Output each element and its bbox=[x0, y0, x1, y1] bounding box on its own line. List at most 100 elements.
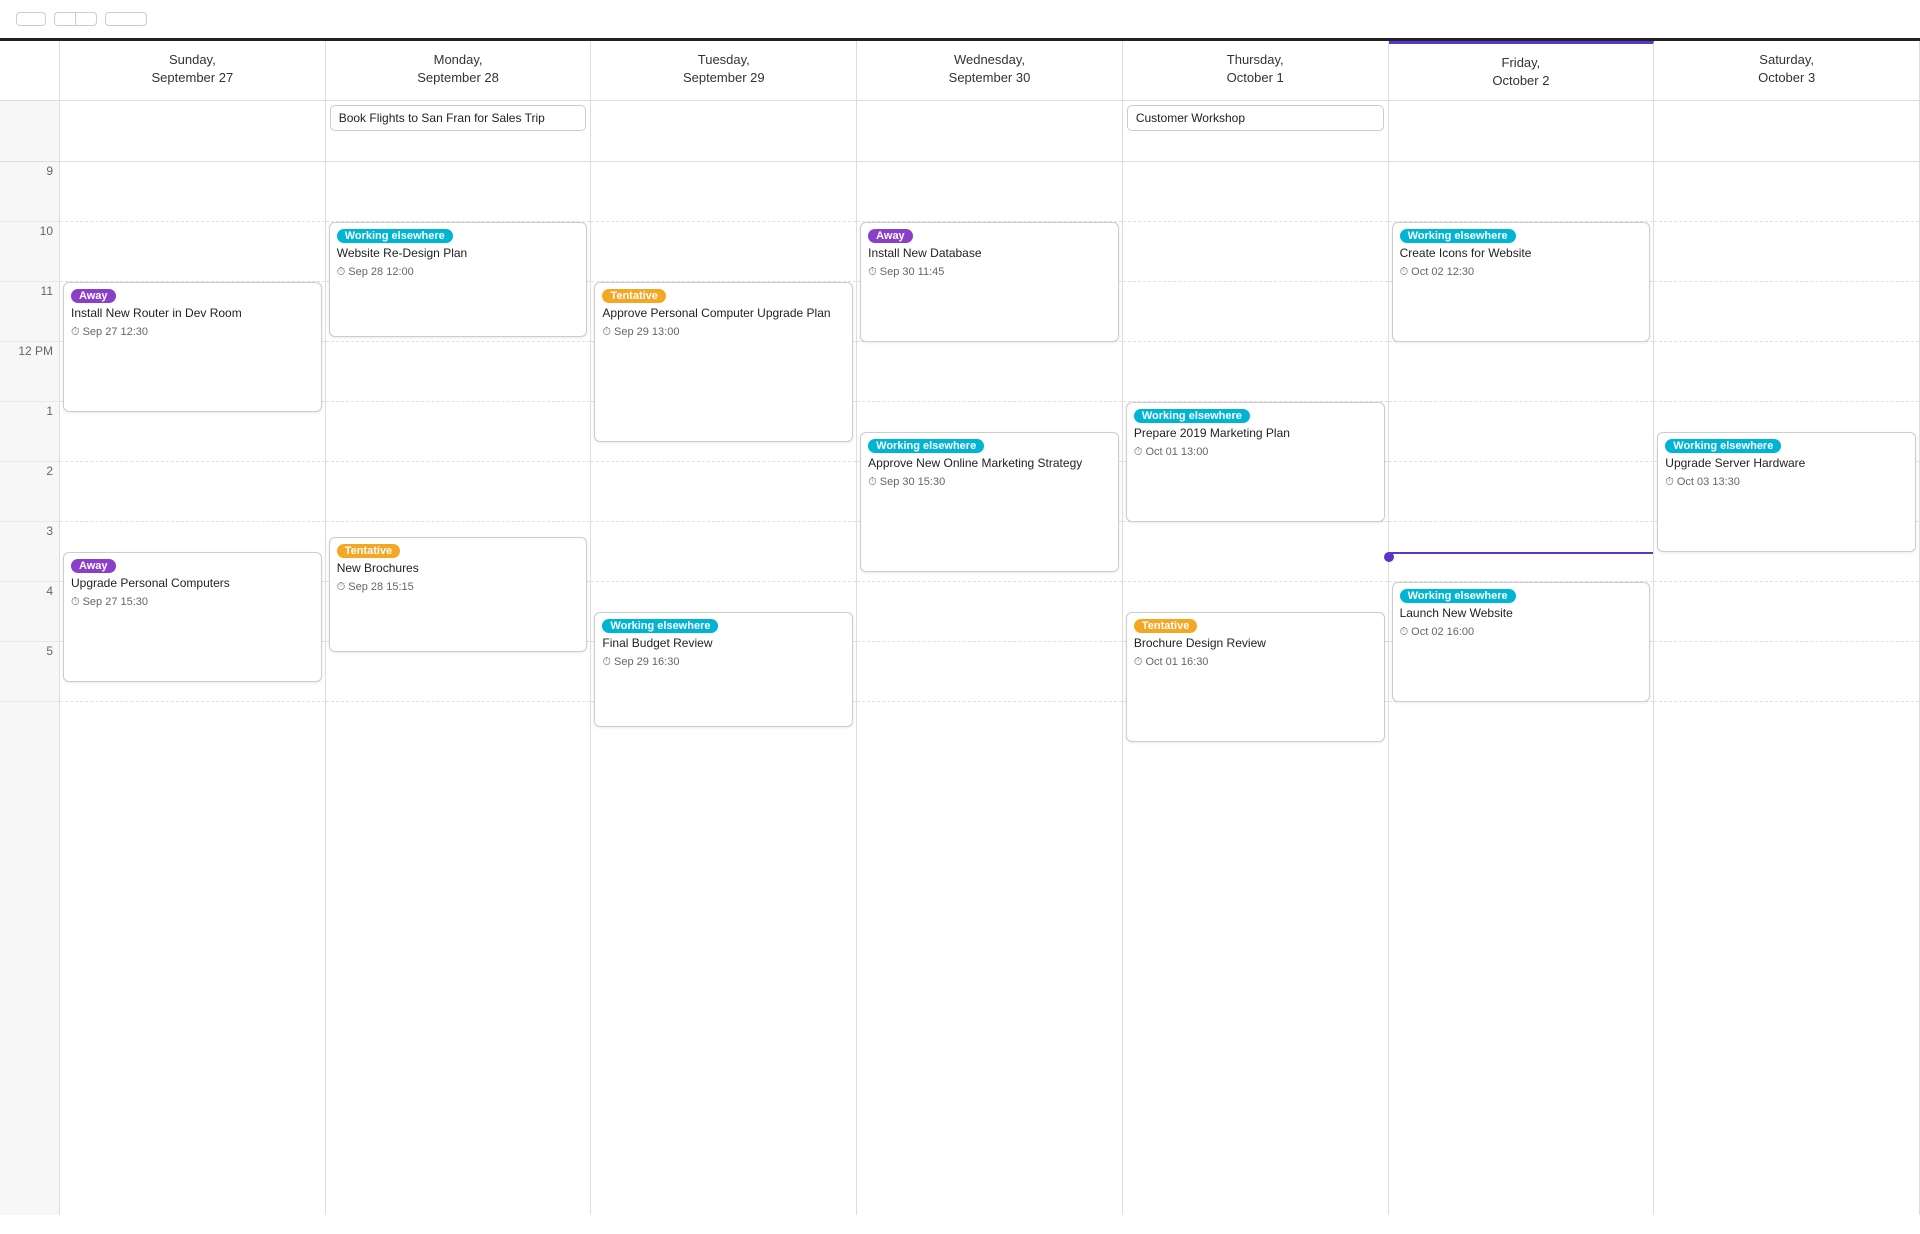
allday-cell-wed[interactable] bbox=[857, 101, 1123, 161]
allday-cell-thu[interactable]: Customer Workshop bbox=[1123, 101, 1389, 161]
event-title: Approve Personal Computer Upgrade Plan bbox=[602, 306, 845, 322]
event-badge: Away bbox=[71, 559, 116, 573]
hour-slot[interactable] bbox=[60, 162, 325, 222]
day-col-sat[interactable]: Working elsewhereUpgrade Server Hardware… bbox=[1654, 162, 1920, 1215]
allday-cell-sun[interactable] bbox=[60, 101, 326, 161]
hour-slot[interactable] bbox=[1654, 162, 1919, 222]
hour-slot[interactable] bbox=[1654, 642, 1919, 702]
prev-button[interactable] bbox=[54, 12, 75, 26]
col-header-tue: Tuesday, September 29 bbox=[591, 41, 857, 100]
time-label: 3 bbox=[0, 522, 59, 582]
day-col-wed[interactable]: AwayInstall New Database⏱Sep 30 11:45 Wor… bbox=[857, 162, 1123, 1215]
col-header-sun: Sunday, September 27 bbox=[60, 41, 326, 100]
day-col-tue[interactable]: Tentative Approve Personal Computer Upgra… bbox=[591, 162, 857, 1215]
current-time-line bbox=[1389, 552, 1654, 554]
today-button[interactable] bbox=[16, 12, 46, 26]
hour-slot[interactable] bbox=[1123, 342, 1388, 402]
event-time: ⏱Sep 27 12:30 bbox=[71, 326, 314, 339]
hour-slot[interactable] bbox=[1389, 342, 1654, 402]
hour-slot[interactable] bbox=[1389, 402, 1654, 462]
event-time: ⏱Oct 02 16:00 bbox=[1400, 626, 1643, 639]
hour-slot[interactable] bbox=[1654, 582, 1919, 642]
hour-slot[interactable] bbox=[1654, 222, 1919, 282]
event-card-8[interactable]: Working elsewherePrepare 2019 Marketing … bbox=[1126, 402, 1385, 522]
time-label: 10 bbox=[0, 222, 59, 282]
allday-cell-tue[interactable] bbox=[591, 101, 857, 161]
event-badge: Tentative bbox=[602, 289, 665, 303]
event-card-9[interactable]: TentativeBrochure Design Review⏱Oct 01 1… bbox=[1126, 612, 1385, 742]
hour-slot[interactable] bbox=[326, 162, 591, 222]
event-badge: Working elsewhere bbox=[868, 439, 984, 453]
time-column: 9101112 PM12345 bbox=[0, 162, 60, 1215]
time-label: 4 bbox=[0, 582, 59, 642]
event-title: Approve New Online Marketing Strategy bbox=[868, 456, 1111, 472]
event-title: Create Icons for Website bbox=[1400, 246, 1643, 262]
col-header-wed: Wednesday, September 30 bbox=[857, 41, 1123, 100]
allday-cell-sat[interactable] bbox=[1654, 101, 1920, 161]
event-title: New Brochures bbox=[337, 561, 580, 577]
hour-slot[interactable] bbox=[1123, 222, 1388, 282]
event-card-4[interactable]: Tentative Approve Personal Computer Upgra… bbox=[594, 282, 853, 442]
event-card-10[interactable]: Working elsewhere Create Icons for Websit… bbox=[1392, 222, 1651, 342]
hour-slot[interactable] bbox=[60, 222, 325, 282]
event-time: ⏱Sep 30 15:30 bbox=[868, 476, 1111, 489]
event-card-11[interactable]: Working elsewhereLaunch New Website⏱Oct … bbox=[1392, 582, 1651, 702]
calendar: Sunday, September 27 Monday, September 2… bbox=[0, 41, 1920, 1215]
day-col-mon[interactable]: Working elsewhereWebsite Re-Design Plan⏱… bbox=[326, 162, 592, 1215]
event-badge: Away bbox=[868, 229, 913, 243]
event-time: ⏱Sep 28 12:00 bbox=[337, 266, 580, 279]
event-title: Final Budget Review bbox=[602, 636, 845, 652]
time-label: 11 bbox=[0, 282, 59, 342]
nav-group bbox=[54, 12, 97, 26]
day-col-sun[interactable]: AwayInstall New Router in Dev Room⏱Sep 2… bbox=[60, 162, 326, 1215]
hour-slot[interactable] bbox=[1123, 282, 1388, 342]
allday-event-workshop[interactable]: Customer Workshop bbox=[1127, 105, 1384, 131]
col-header-thu: Thursday, October 1 bbox=[1123, 41, 1389, 100]
hour-slot[interactable] bbox=[1123, 522, 1388, 582]
hour-slot[interactable] bbox=[591, 222, 856, 282]
time-label: 5 bbox=[0, 642, 59, 702]
event-card-0[interactable]: AwayInstall New Router in Dev Room⏱Sep 2… bbox=[63, 282, 322, 412]
event-title: Upgrade Server Hardware bbox=[1665, 456, 1908, 472]
allday-cell-fri[interactable] bbox=[1389, 101, 1655, 161]
event-card-1[interactable]: AwayUpgrade Personal Computers⏱Sep 27 15… bbox=[63, 552, 322, 682]
header-spacer bbox=[0, 41, 60, 100]
hour-slot[interactable] bbox=[1654, 342, 1919, 402]
event-card-12[interactable]: Working elsewhereUpgrade Server Hardware… bbox=[1657, 432, 1916, 552]
event-card-6[interactable]: AwayInstall New Database⏱Sep 30 11:45 bbox=[860, 222, 1119, 342]
hour-slot[interactable] bbox=[857, 162, 1122, 222]
hour-slot[interactable] bbox=[326, 342, 591, 402]
event-badge: Tentative bbox=[337, 544, 400, 558]
hour-slot[interactable] bbox=[1123, 162, 1388, 222]
event-badge: Working elsewhere bbox=[1400, 229, 1516, 243]
day-col-fri[interactable]: Working elsewhere Create Icons for Websit… bbox=[1389, 162, 1655, 1215]
hour-slot[interactable] bbox=[591, 522, 856, 582]
hour-slot[interactable] bbox=[326, 402, 591, 462]
hour-slot[interactable] bbox=[591, 162, 856, 222]
hour-slot[interactable] bbox=[1389, 162, 1654, 222]
event-card-3[interactable]: TentativeNew Brochures⏱Sep 28 15:15 bbox=[329, 537, 588, 652]
hour-slot[interactable] bbox=[60, 462, 325, 522]
event-time: ⏱Oct 01 13:00 bbox=[1134, 446, 1377, 459]
next-button[interactable] bbox=[75, 12, 97, 26]
hour-slot[interactable] bbox=[1654, 282, 1919, 342]
event-time: ⏱Sep 27 15:30 bbox=[71, 596, 314, 609]
hour-slot[interactable] bbox=[857, 582, 1122, 642]
event-title: Launch New Website bbox=[1400, 606, 1643, 622]
hour-slot[interactable] bbox=[857, 342, 1122, 402]
hour-slot[interactable] bbox=[857, 642, 1122, 702]
hour-slot[interactable] bbox=[1389, 462, 1654, 522]
event-card-5[interactable]: Working elsewhereFinal Budget Review⏱Sep… bbox=[594, 612, 853, 727]
col-header-mon: Monday, September 28 bbox=[326, 41, 592, 100]
event-badge: Working elsewhere bbox=[1134, 409, 1250, 423]
hour-slot[interactable] bbox=[591, 462, 856, 522]
allday-event-flights[interactable]: Book Flights to San Fran for Sales Trip bbox=[330, 105, 587, 131]
time-label: 2 bbox=[0, 462, 59, 522]
event-card-7[interactable]: Working elsewhere Approve New Online Mark… bbox=[860, 432, 1119, 572]
allday-cell-mon[interactable]: Book Flights to San Fran for Sales Trip bbox=[326, 101, 592, 161]
event-time: ⏱Oct 01 16:30 bbox=[1134, 656, 1377, 669]
event-card-2[interactable]: Working elsewhereWebsite Re-Design Plan⏱… bbox=[329, 222, 588, 337]
date-range-button[interactable] bbox=[105, 12, 147, 26]
hour-slot[interactable] bbox=[326, 462, 591, 522]
day-col-thu[interactable]: Working elsewherePrepare 2019 Marketing … bbox=[1123, 162, 1389, 1215]
